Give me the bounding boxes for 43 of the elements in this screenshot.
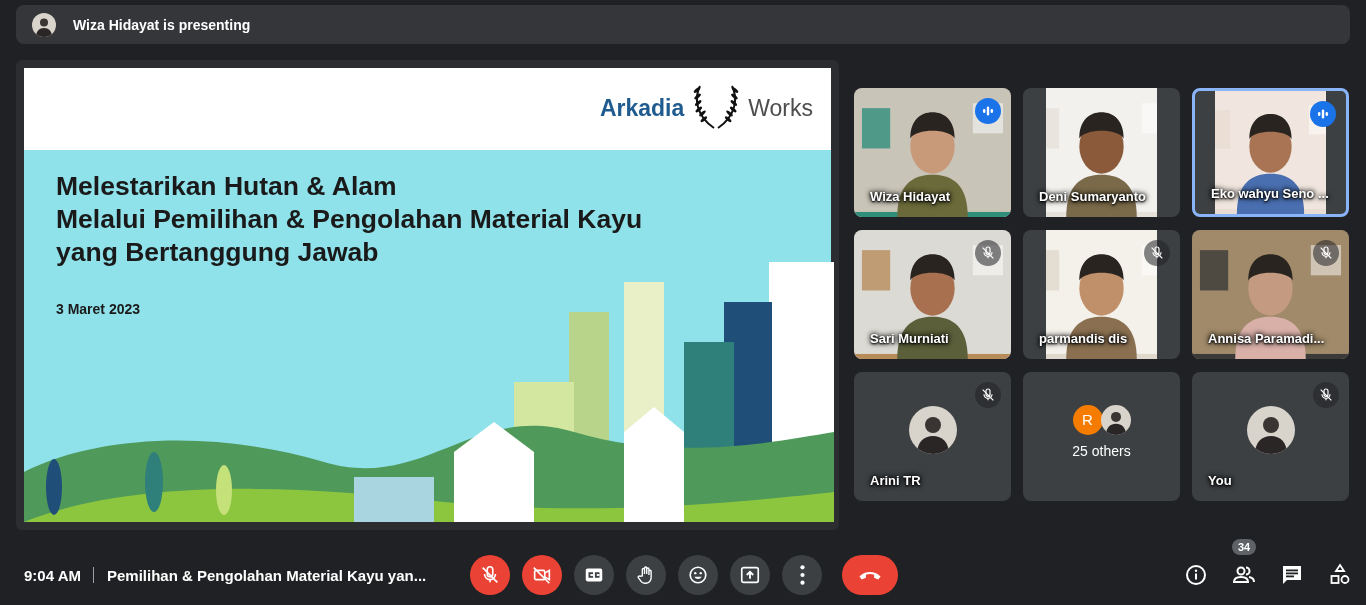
- participant-tile[interactable]: You: [1192, 372, 1349, 501]
- more-options-button[interactable]: [782, 555, 822, 595]
- participant-name: You: [1208, 473, 1232, 488]
- participant-tile[interactable]: Sari Murniati: [854, 230, 1011, 359]
- shapes-icon: [1328, 563, 1352, 587]
- logo-text: Works: [748, 95, 813, 122]
- chat-button[interactable]: [1280, 563, 1304, 587]
- present-button[interactable]: [730, 555, 770, 595]
- participant-tile[interactable]: Wiza Hidayat: [854, 88, 1011, 217]
- info-icon: [1184, 563, 1208, 587]
- camera-off-icon: [531, 564, 553, 586]
- participant-tile[interactable]: Arini TR: [854, 372, 1011, 501]
- slide-title: Melestarikan Hutan & Alam: [56, 169, 398, 203]
- slide-date: 3 Maret 2023: [56, 300, 142, 317]
- slide-title: yang Bertanggung Jawab: [56, 235, 380, 269]
- logo-text: Arkadia: [599, 95, 685, 122]
- mic-off-icon: [479, 564, 501, 586]
- meeting-title: Pemilihan & Pengolahan Material Kayu yan...: [106, 566, 427, 584]
- others-count: 25 others: [1072, 442, 1131, 459]
- banner-text: Wiza Hidayat is presenting: [73, 16, 251, 33]
- raise-hand-button[interactable]: [626, 555, 666, 595]
- participant-count: 34: [1232, 539, 1257, 555]
- smiley-icon: [687, 564, 709, 586]
- microphone-button[interactable]: [470, 555, 510, 595]
- participants-tile[interactable]: R 25 others: [1023, 372, 1180, 501]
- participant-name: Wiza Hidayat: [870, 189, 951, 204]
- participant-name: Arini TR: [870, 473, 921, 488]
- avatar-letter: R: [1072, 404, 1103, 435]
- slide-title: Melalui Pemilihan & Pengolahan Material Kayu: [56, 202, 644, 236]
- more-icon: [799, 565, 805, 585]
- phone-icon: [859, 570, 881, 580]
- captions-button[interactable]: [574, 555, 614, 595]
- chat-icon: [1280, 563, 1304, 587]
- camera-button[interactable]: [522, 555, 562, 595]
- meeting-details-button[interactable]: [1184, 563, 1208, 587]
- participant-name: Sari Murniati: [870, 331, 949, 346]
- present-icon: [739, 564, 761, 586]
- activities-button[interactable]: [1328, 563, 1352, 587]
- avatar: [1100, 404, 1131, 435]
- avatar: [32, 12, 56, 37]
- reactions-button[interactable]: [678, 555, 718, 595]
- leave-call-button[interactable]: [842, 555, 898, 595]
- clock-time: 9:04 AM: [24, 566, 81, 584]
